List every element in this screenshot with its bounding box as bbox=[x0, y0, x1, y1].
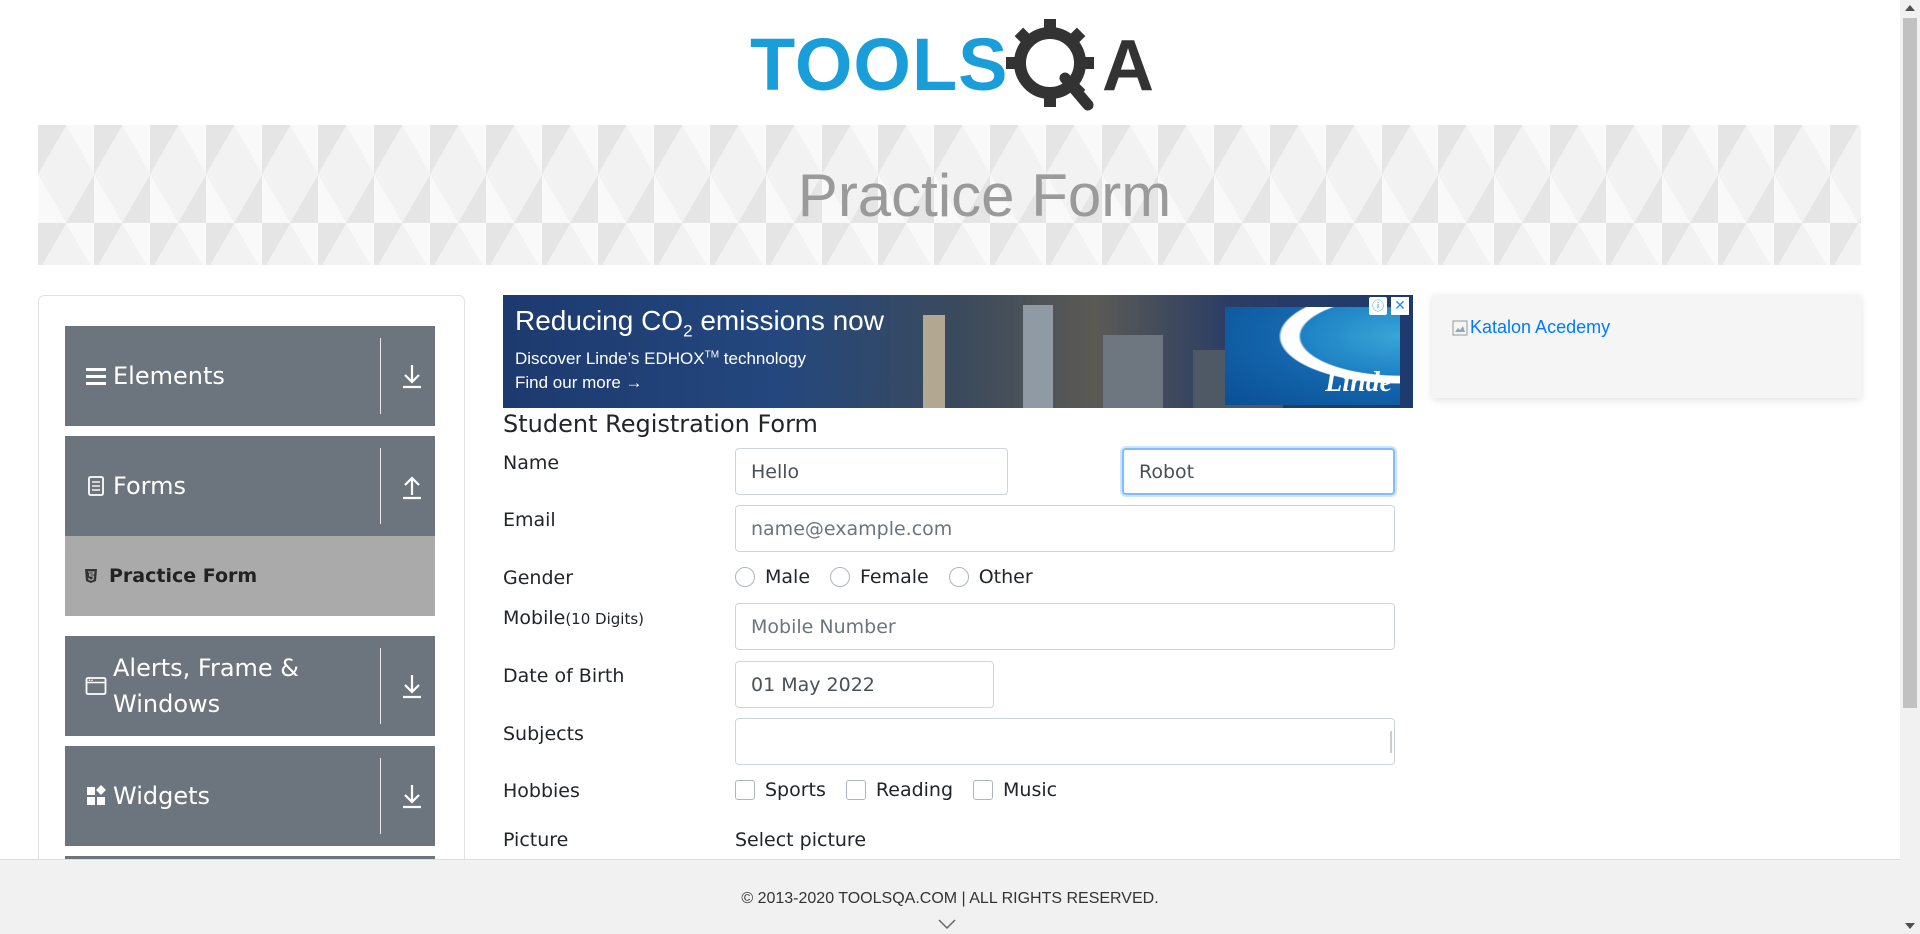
ad-headline: Reducing CO2 emissions now bbox=[515, 305, 884, 341]
sidebar: Elements Forms Practice Form Alerts, Fra… bbox=[38, 295, 465, 934]
last-name-input[interactable]: Robot bbox=[1122, 448, 1395, 495]
gender-option-male[interactable]: Male bbox=[735, 566, 810, 588]
sidebar-group-alerts-frame-windows[interactable]: Alerts, Frame & Windows bbox=[65, 636, 435, 736]
mobile-input[interactable]: Mobile Number bbox=[735, 603, 1395, 650]
gender-option-other[interactable]: Other bbox=[948, 566, 1033, 588]
hobby-option-sports[interactable]: Sports bbox=[735, 779, 826, 801]
scroll-up-arrow-icon[interactable] bbox=[1905, 5, 1915, 11]
text-caret bbox=[1390, 731, 1392, 753]
gender-radio-group: Male Female Other bbox=[735, 566, 1053, 588]
scroll-down-arrow-icon[interactable] bbox=[1905, 923, 1915, 929]
hamburger-icon bbox=[85, 365, 107, 387]
picture-label: Picture bbox=[503, 829, 569, 851]
page: TOOLS A Practice Form Elements Forms Pra… bbox=[0, 0, 1920, 934]
toolsqa-logo[interactable]: TOOLS A bbox=[750, 18, 1160, 113]
ad-subtext: Discover Linde’s EDHOXTM technology bbox=[515, 349, 806, 368]
window-icon bbox=[85, 675, 107, 697]
sidebar-group-label: Forms bbox=[113, 472, 186, 500]
document-icon bbox=[85, 475, 107, 497]
html5-icon bbox=[83, 568, 99, 584]
first-name-input[interactable]: Hello bbox=[735, 448, 1008, 495]
hobbies-checkbox-group: Sports Reading Music bbox=[735, 779, 1077, 801]
sidebar-group-widgets[interactable]: Widgets bbox=[65, 746, 435, 846]
ad-brand-name: Linde bbox=[1325, 367, 1392, 398]
radio-label: Female bbox=[860, 566, 929, 588]
advertisement-banner[interactable]: Reducing CO2 emissions now Discover Lind… bbox=[503, 295, 1413, 408]
side-image-panel: Katalon Acedemy bbox=[1432, 295, 1861, 398]
hobby-option-music[interactable]: Music bbox=[973, 779, 1057, 801]
sidebar-group-forms[interactable]: Forms bbox=[65, 436, 435, 536]
info-icon[interactable]: ⓘ bbox=[1369, 297, 1387, 315]
checkbox-label: Sports bbox=[765, 779, 826, 801]
copyright-text: © 2013-2020 TOOLSQA.COM | ALL RIGHTS RES… bbox=[741, 890, 1159, 907]
radio-button[interactable] bbox=[735, 567, 755, 587]
ad-link[interactable]: Find our more → bbox=[515, 373, 643, 393]
subjects-label: Subjects bbox=[503, 723, 584, 745]
chevron-down-icon[interactable] bbox=[938, 918, 956, 930]
sidebar-group-elements[interactable]: Elements bbox=[65, 326, 435, 426]
ad-image-stack bbox=[923, 315, 945, 408]
divider bbox=[380, 648, 381, 724]
mobile-hint: (10 Digits) bbox=[565, 610, 644, 628]
download-arrow-icon[interactable] bbox=[398, 671, 426, 701]
gender-option-female[interactable]: Female bbox=[830, 566, 929, 588]
radio-button[interactable] bbox=[830, 567, 851, 587]
svg-text:TOOLS: TOOLS bbox=[750, 23, 1009, 106]
date-of-birth-input[interactable]: 01 May 2022 bbox=[735, 661, 994, 708]
sidebar-group-label: Elements bbox=[113, 362, 225, 390]
form-title: Student Registration Form bbox=[503, 410, 818, 438]
checkbox[interactable] bbox=[845, 780, 866, 800]
subjects-input[interactable] bbox=[735, 718, 1395, 765]
scrollbar-thumb[interactable] bbox=[1903, 18, 1917, 708]
divider bbox=[380, 338, 381, 414]
select-picture-label[interactable]: Select picture bbox=[735, 829, 866, 851]
image-alt-text: Katalon Acedemy bbox=[1470, 317, 1611, 337]
hobby-option-reading[interactable]: Reading bbox=[845, 779, 954, 801]
page-banner: Practice Form bbox=[38, 125, 1861, 265]
mobile-label: Mobile(10 Digits) bbox=[503, 607, 644, 629]
divider bbox=[380, 448, 381, 524]
gender-label: Gender bbox=[503, 567, 574, 589]
page-title: Practice Form bbox=[797, 161, 1172, 229]
footer: © 2013-2020 TOOLSQA.COM | ALL RIGHTS RES… bbox=[0, 859, 1900, 934]
sidebar-item-practice-form[interactable]: Practice Form bbox=[65, 536, 435, 616]
upload-arrow-icon[interactable] bbox=[398, 471, 426, 501]
radio-label: Other bbox=[978, 566, 1033, 588]
radio-button[interactable] bbox=[948, 567, 969, 587]
email-input[interactable]: name@example.com bbox=[735, 505, 1395, 552]
broken-image-link[interactable]: Katalon Acedemy bbox=[1452, 317, 1610, 338]
download-arrow-icon[interactable] bbox=[398, 361, 426, 391]
svg-text:A: A bbox=[1102, 26, 1154, 106]
ad-image-stack bbox=[1023, 305, 1053, 408]
hobbies-label: Hobbies bbox=[503, 780, 580, 802]
checkbox[interactable] bbox=[973, 780, 994, 800]
widgets-icon bbox=[85, 785, 107, 807]
sidebar-item-label: Practice Form bbox=[109, 565, 258, 587]
ad-brand-logo: Linde bbox=[1225, 307, 1400, 405]
checkbox-label: Music bbox=[1003, 779, 1058, 801]
divider bbox=[380, 758, 381, 834]
download-arrow-icon[interactable] bbox=[398, 781, 426, 811]
ad-image-building bbox=[1103, 335, 1163, 408]
email-label: Email bbox=[503, 509, 556, 531]
checkbox-label: Reading bbox=[875, 779, 954, 801]
sidebar-group-label: Widgets bbox=[113, 782, 211, 810]
name-label: Name bbox=[503, 452, 560, 474]
dob-label: Date of Birth bbox=[503, 665, 625, 687]
broken-image-icon bbox=[1452, 320, 1468, 336]
close-icon[interactable]: ✕ bbox=[1391, 297, 1409, 315]
vertical-scrollbar[interactable] bbox=[1900, 0, 1920, 934]
sidebar-group-label: Alerts, Frame & Windows bbox=[113, 654, 300, 718]
checkbox[interactable] bbox=[735, 780, 755, 800]
radio-label: Male bbox=[765, 566, 811, 588]
